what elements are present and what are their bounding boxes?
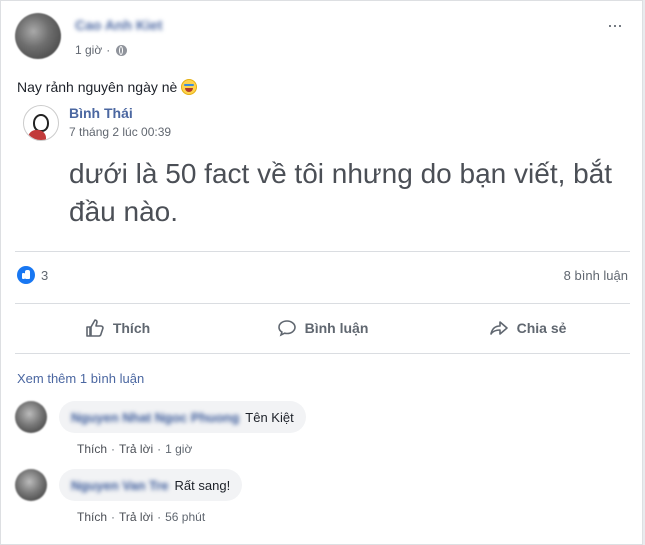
- comment-label: Bình luận: [304, 320, 369, 336]
- separator: ·: [157, 510, 162, 524]
- comment-button[interactable]: Bình luận: [220, 309, 425, 347]
- globe-icon[interactable]: [116, 44, 128, 56]
- post-header: Cao Anh Kiet 1 giờ · ···: [15, 13, 630, 65]
- comment-text: Tên Kiệt: [245, 409, 294, 425]
- comment-like-link[interactable]: Thích: [77, 442, 107, 456]
- commenter-name[interactable]: Nguyen Nhat Ngoc Phuong: [71, 410, 239, 425]
- speech-bubble-icon: [277, 320, 296, 337]
- post-time[interactable]: 1 giờ: [75, 43, 102, 57]
- comment-count[interactable]: 8 bình luận: [564, 268, 628, 283]
- divider: [15, 251, 630, 252]
- thumbs-up-icon: [86, 319, 104, 337]
- see-more-comments-link[interactable]: Xem thêm 1 bình luận: [17, 371, 144, 386]
- shared-author-name[interactable]: Bình Thái: [69, 105, 133, 121]
- reactions-summary[interactable]: 3: [17, 266, 48, 284]
- comment-item: Nguyen Nhat Ngoc Phuong Tên Kiệt Thích ·…: [15, 401, 630, 461]
- divider: [15, 353, 630, 354]
- share-label: Chia sẻ: [516, 320, 567, 336]
- shared-post-time[interactable]: 7 tháng 2 lúc 00:39: [69, 125, 171, 139]
- comment-bubble: Nguyen Van Tre Rất sang!: [59, 469, 243, 501]
- share-arrow-icon: [489, 321, 508, 335]
- post-text-content: Nay rảnh nguyên ngày nè: [17, 79, 178, 95]
- comment-time[interactable]: 56 phút: [165, 510, 205, 524]
- shared-post: Bình Thái 7 tháng 2 lúc 00:39 dưới là 50…: [17, 101, 617, 251]
- commenter-avatar[interactable]: [15, 469, 47, 501]
- comment-actions: Thích · Trả lời · 56 phút: [77, 510, 205, 524]
- separator: ·: [157, 442, 162, 456]
- laughing-emoji-icon: [181, 79, 198, 95]
- like-label: Thích: [112, 320, 151, 336]
- divider: [15, 303, 630, 304]
- action-bar: Thích Bình luận Chia sẻ: [15, 309, 630, 347]
- more-options-icon[interactable]: ···: [607, 15, 623, 36]
- meta-separator: ·: [106, 43, 111, 57]
- post-card: Cao Anh Kiet 1 giờ · ··· Nay rảnh nguyên…: [0, 0, 643, 545]
- comment-bubble: Nguyen Nhat Ngoc Phuong Tên Kiệt: [59, 401, 306, 433]
- like-reaction-icon: [17, 266, 35, 284]
- comment-time[interactable]: 1 giờ: [165, 442, 192, 456]
- comment-actions: Thích · Trả lời · 1 giờ: [77, 442, 192, 456]
- comment-text: Rất sang!: [174, 477, 231, 493]
- post-meta: 1 giờ ·: [75, 43, 128, 57]
- comment-like-link[interactable]: Thích: [77, 510, 107, 524]
- comment-reply-link[interactable]: Trả lời: [119, 442, 153, 456]
- comment-reply-link[interactable]: Trả lời: [119, 510, 153, 524]
- separator: ·: [111, 510, 116, 524]
- commenter-name[interactable]: Nguyen Van Tre: [71, 478, 169, 493]
- shared-author-avatar[interactable]: [23, 105, 59, 141]
- reaction-count: 3: [41, 267, 49, 283]
- post-text: Nay rảnh nguyên ngày nè: [17, 79, 198, 95]
- commenter-avatar[interactable]: [15, 401, 47, 433]
- author-name[interactable]: Cao Anh Kiet: [75, 17, 162, 33]
- comment-item: Nguyen Van Tre Rất sang! Thích · Trả lời…: [15, 469, 630, 529]
- avatar-body: [28, 130, 46, 140]
- share-button[interactable]: Chia sẻ: [425, 309, 630, 347]
- shared-post-body: dưới là 50 fact về tôi nhưng do bạn viết…: [69, 158, 613, 227]
- like-button[interactable]: Thích: [15, 309, 220, 347]
- separator: ·: [111, 442, 116, 456]
- author-avatar[interactable]: [15, 13, 61, 59]
